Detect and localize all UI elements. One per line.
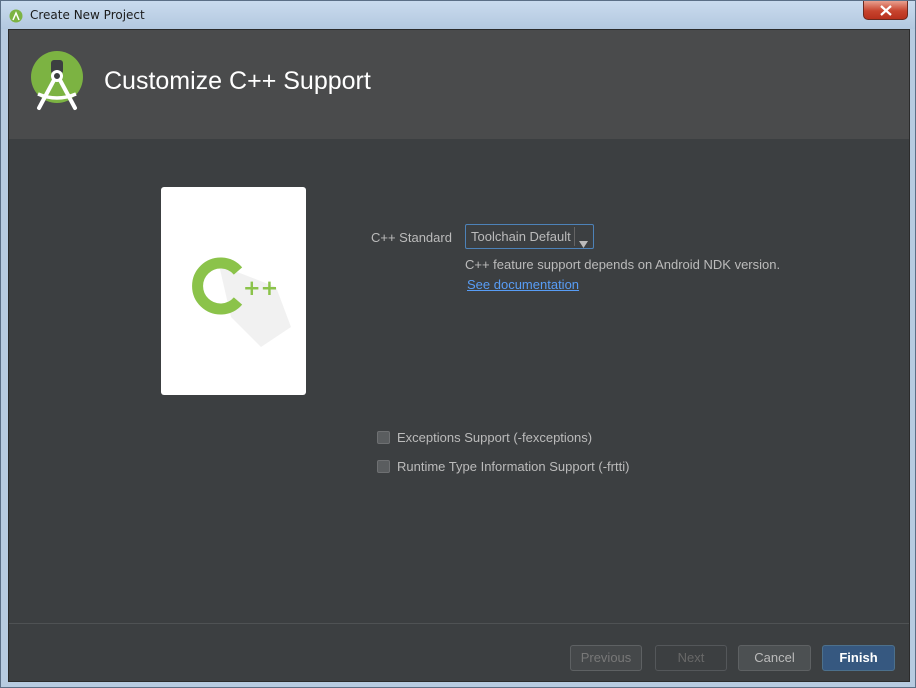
close-button[interactable] bbox=[863, 1, 908, 20]
see-documentation-link[interactable]: See documentation bbox=[467, 277, 579, 292]
exceptions-support-checkbox[interactable] bbox=[377, 431, 390, 444]
cpp-standard-select[interactable]: Toolchain Default bbox=[465, 224, 594, 249]
dialog-content: Customize C++ Support ++ C++ Standard To… bbox=[8, 29, 910, 682]
rtti-support-checkbox[interactable] bbox=[377, 460, 390, 473]
android-studio-logo-icon bbox=[30, 50, 86, 112]
title-bar: Create New Project bbox=[1, 1, 915, 29]
window-title: Create New Project bbox=[30, 8, 145, 22]
cancel-button[interactable]: Cancel bbox=[738, 645, 811, 671]
header-banner: Customize C++ Support bbox=[9, 30, 909, 139]
cpp-preview-card: ++ bbox=[161, 187, 306, 395]
chevron-down-icon bbox=[579, 233, 588, 252]
cpp-plus-text: ++ bbox=[243, 276, 278, 300]
android-studio-app-icon bbox=[9, 8, 23, 23]
close-x-icon bbox=[880, 5, 892, 16]
cpp-standard-label: C++ Standard bbox=[371, 230, 452, 245]
next-button[interactable]: Next bbox=[655, 645, 727, 671]
ndk-hint-text: C++ feature support depends on Android N… bbox=[465, 257, 781, 272]
footer-divider bbox=[9, 623, 909, 624]
page-title: Customize C++ Support bbox=[104, 67, 371, 95]
cpp-standard-value: Toolchain Default bbox=[471, 229, 571, 244]
cpp-logo-icon: ++ bbox=[192, 257, 291, 347]
rtti-support-label: Runtime Type Information Support (-frtti… bbox=[397, 459, 630, 474]
previous-button[interactable]: Previous bbox=[570, 645, 642, 671]
exceptions-support-label: Exceptions Support (-fexceptions) bbox=[397, 430, 593, 445]
dialog-window: Create New Project Customize C++ Support bbox=[0, 0, 916, 688]
finish-button[interactable]: Finish bbox=[822, 645, 895, 671]
dropdown-divider bbox=[574, 227, 575, 246]
